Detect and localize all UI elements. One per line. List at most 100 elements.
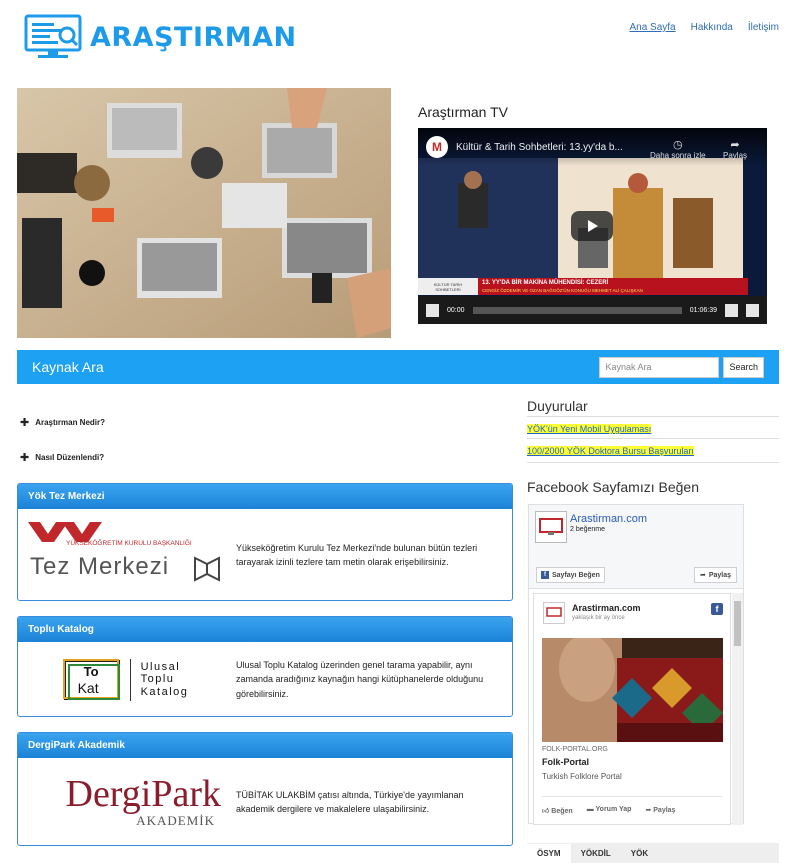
fb-like-count: 2 beğenme [570, 526, 606, 533]
plus-icon: ✚ [20, 417, 30, 429]
card-toplu-katalog: Toplu Katalog To Kat Ulusal Toplu Katalo… [17, 616, 513, 717]
play-button[interactable] [571, 211, 613, 241]
fb-link-title[interactable]: Folk-Portal [542, 757, 589, 767]
accordion-how-organized[interactable]: ✚ Nasıl Düzenlendi? [20, 451, 104, 464]
fb-like-page-button[interactable]: f Sayfayı Beğen [536, 567, 605, 583]
video-title[interactable]: Kültür & Tarih Sohbetleri: 13.yy'da b... [456, 142, 623, 153]
video-player[interactable]: 13. YY'DA BİR MAKİNA MÜHENDİSİ: CEZERİ C… [418, 128, 767, 324]
fb-share-label: Paylaş [708, 571, 731, 579]
play-control-icon[interactable] [426, 303, 439, 317]
video-controls: 00:00 01:06:39 [418, 296, 767, 324]
accordion-label: Nasıl Düzenlendi? [35, 453, 105, 462]
watch-later-button[interactable]: ◷ Daha sonra izle [650, 138, 706, 160]
tab-osym[interactable]: ÖSYM [527, 844, 571, 863]
announcement-link[interactable]: 100/2000 YÖK Doktora Bursu Başvuruları [527, 446, 694, 456]
card-yok-tez: Yök Tez Merkezi YÜKSEKÖĞRETİM KURULU BAŞ… [17, 483, 513, 601]
card-description: Ulusal Toplu Katalog üzerinden genel tar… [236, 659, 484, 699]
fb-share-button[interactable]: ➦ Paylaş [693, 567, 737, 583]
yok-logo-main-text: Tez Merkezi [30, 553, 170, 580]
fb-post-time[interactable]: yaklaşık bir ay önce [572, 615, 625, 621]
divider [527, 416, 779, 417]
duration: 01:06:39 [689, 306, 717, 314]
share-arrow-icon: ➦ [645, 807, 652, 814]
toplu-katalog-logo[interactable]: To Kat Ulusal Toplu Katalog [28, 658, 224, 701]
fb-like-page-label: Sayfayı Beğen [552, 571, 600, 579]
share-video-button[interactable]: ➦ Paylaş [723, 138, 747, 160]
fb-page-avatar[interactable] [535, 511, 567, 543]
site-logo[interactable]: ARAŞTIRMAN [24, 14, 297, 60]
fb-post-like-button[interactable]: 👍︎ Beğen [542, 806, 573, 815]
facebook-f-icon: f [541, 571, 549, 579]
facebook-f-icon: f [711, 603, 723, 615]
clock-icon: ◷ [672, 139, 683, 151]
progress-bar[interactable] [472, 306, 682, 314]
dergipark-logo-main: DergiPark [65, 773, 222, 815]
search-input[interactable] [599, 356, 720, 378]
facebook-page-widget: Arastirman.com 2 beğenme f Sayfayı Beğen… [528, 504, 744, 825]
plus-icon: ✚ [20, 452, 30, 464]
accordion-what-is[interactable]: ✚ Araştırman Nedir? [20, 416, 105, 429]
share-arrow-icon: ➦ [699, 572, 706, 579]
comment-icon: ▬ [586, 806, 594, 813]
card-dergipark: DergiPark Akademik DergiPark AKADEMİK TÜ… [17, 732, 513, 846]
card-title: Toplu Katalog [18, 617, 512, 642]
channel-logo[interactable]: M [426, 136, 448, 158]
toplu-katalog-logo-text: Ulusal Toplu Katalog [140, 661, 189, 698]
nav-link-contact[interactable]: İletişim [748, 22, 779, 33]
top-nav: Ana Sayfa Hakkında İletişim [629, 22, 779, 33]
card-description: Yükseköğretim Kurulu Tez Merkezi'nde bul… [236, 542, 478, 567]
nav-link-home[interactable]: Ana Sayfa [629, 22, 675, 33]
card-title: Yök Tez Merkezi [18, 484, 512, 509]
fb-post-share-button[interactable]: ➦ Paylaş [645, 806, 675, 815]
card-title: DergiPark Akademik [18, 733, 512, 758]
accordion-label: Araştırman Nedir? [35, 418, 106, 427]
fb-page-header: Arastirman.com 2 beğenme f Sayfayı Beğen… [529, 505, 743, 589]
fb-scrollbar[interactable] [732, 593, 743, 825]
show-label: KÜLTÜR TARİH SOHBETLERİ [433, 282, 463, 292]
current-time: 00:00 [447, 306, 465, 314]
yok-tez-logo[interactable]: YÜKSEKÖĞRETİM KURULU BAŞKANLIĞI Tez Merk… [28, 522, 224, 588]
volume-icon[interactable] [725, 303, 738, 317]
share-label: Paylaş [723, 151, 748, 160]
thumbs-up-icon: 👍︎ [542, 808, 550, 815]
divider [527, 438, 779, 439]
tab-yok[interactable]: YÖK [621, 844, 658, 863]
yok-logo-top-text: YÜKSEKÖĞRETİM KURULU BAŞKANLIĞI [66, 540, 192, 547]
share-icon: ➦ [730, 139, 740, 151]
announcements-title: Duyurular [527, 398, 588, 414]
fb-link-description: Turkish Folklore Portal [542, 772, 622, 781]
fb-link-source: FOLK-PORTAL.ORG [542, 746, 608, 753]
monitor-logo-icon [24, 14, 84, 60]
site-name: ARAŞTIRMAN [90, 21, 297, 53]
divider [527, 462, 779, 463]
search-button[interactable]: Search [723, 356, 764, 378]
fb-post-avatar[interactable] [543, 602, 565, 624]
hero-image [17, 88, 391, 338]
facebook-section-title: Facebook Sayfamızı Beğen [527, 479, 699, 495]
resource-search-bar: Kaynak Ara Search [17, 350, 779, 384]
play-icon [588, 220, 598, 232]
fb-post-comment-button[interactable]: ▬ Yorum Yap [587, 806, 632, 815]
fb-post-image[interactable] [542, 638, 723, 742]
book-icon [194, 556, 220, 582]
announcement-link[interactable]: YÖK'ün Yeni Mobil Uygulaması [527, 424, 652, 434]
monitor-logo-icon [546, 607, 562, 617]
tab-yokdil[interactable]: YÖKDİL [571, 844, 621, 863]
scrollbar-thumb[interactable] [734, 601, 741, 646]
fullscreen-icon[interactable] [746, 303, 759, 317]
fb-page-name[interactable]: Arastirman.com [570, 513, 647, 525]
card-description: TÜBİTAK ULAKBİM çatısı altında, Türkiye'… [236, 789, 464, 814]
watch-later-label: Daha sonra izle [650, 151, 706, 160]
tokat-logo-mark: To Kat [62, 658, 120, 700]
exam-tabs: ÖSYM YÖKDİL YÖK [527, 843, 779, 863]
video-subbanner: CENGİZ ÖZDEMİR VE OZAN BAĞGÖZ'ÜN KONUĞU … [482, 288, 643, 293]
monitor-logo-icon [539, 518, 563, 535]
dergipark-logo[interactable]: DergiPark AKADEMİK [28, 775, 224, 829]
fb-post-actions: 👍︎ Beğen ▬ Yorum Yap ➦ Paylaş [542, 806, 675, 815]
video-top-bar: M Kültür & Tarih Sohbetleri: 13.yy'da b.… [418, 128, 767, 166]
dergipark-logo-sub: AKADEMİK [136, 813, 215, 828]
nav-link-about[interactable]: Hakkında [691, 22, 733, 33]
tv-section-title: Araştırman TV [418, 104, 508, 120]
fb-post: Arastirman.com yaklaşık bir ay önce f FO… [533, 593, 731, 825]
fb-post-author[interactable]: Arastirman.com [572, 603, 641, 613]
